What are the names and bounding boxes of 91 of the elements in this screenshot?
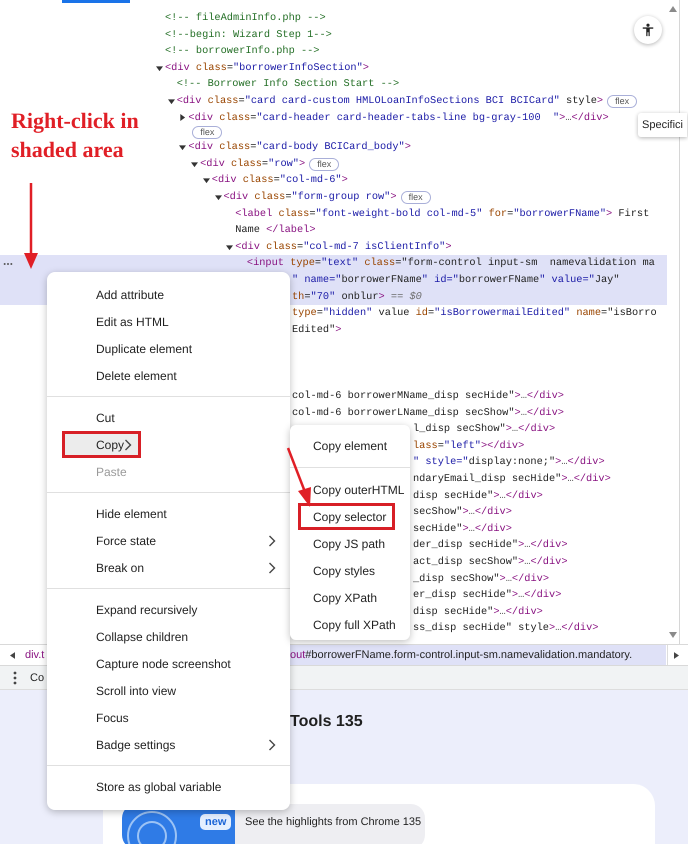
menu-item[interactable]: Edit as HTML [47, 308, 290, 335]
menu-item[interactable]: Collapse children [47, 623, 290, 650]
more-icon[interactable] [3, 262, 13, 266]
code-line: secShow">…</div> [413, 505, 512, 520]
menu-item[interactable]: Copy element [290, 432, 410, 459]
code-line: _disp secShow">…</div> [413, 572, 550, 587]
code-line: <div class="col-md-6"> [212, 173, 348, 188]
menu-item[interactable]: Scroll into view [47, 677, 290, 704]
chevron-right-icon [268, 534, 276, 546]
code-line: th="70" onblur> == $0 [292, 290, 422, 304]
code-line: type="hidden" value id="isBorrowermailEdited" name="isBorro [292, 306, 657, 322]
disclosure-triangle-icon[interactable] [191, 160, 198, 168]
triangle-left-icon [10, 652, 14, 658]
chevron-right-icon [124, 438, 132, 450]
whats-new-heading: Tools 135 [290, 712, 363, 732]
menu-item[interactable]: Delete element [47, 362, 290, 389]
menu-item[interactable]: Focus [47, 704, 290, 731]
code-line: <!-- borrowerInfo.php --> [165, 44, 320, 60]
highlight-link[interactable]: new See the highlights from Chrome 135 [122, 804, 425, 844]
code-line: er_disp secHide">…</div> [413, 588, 562, 604]
layout-badge[interactable]: flex [400, 190, 431, 204]
code-line: <div class="card-body BCICard_body"> [188, 140, 411, 156]
code-line: col-md-6 borrowerLName_disp secShow">…</div> [292, 406, 564, 421]
disclosure-triangle-icon[interactable] [214, 194, 222, 201]
code-line: Edited"> [292, 322, 342, 338]
breadcrumb[interactable]: out#borrowerFName.form-control.input-sm.namevalidation.mandatory. [290, 645, 666, 665]
menu-item[interactable]: Badge settings [47, 731, 290, 758]
disclosure-triangle-icon[interactable] [202, 177, 210, 184]
menu-item[interactable]: Add attribute [47, 281, 290, 308]
scroll-up-icon[interactable] [669, 6, 678, 12]
code-line: act_disp secShow">…</div> [413, 555, 568, 570]
menu-item[interactable]: Break on [47, 554, 290, 581]
breadcrumb[interactable]: div.t [21, 645, 48, 665]
menu-item[interactable]: Copy [62, 431, 142, 458]
scroll-down-icon[interactable] [669, 632, 678, 638]
person-icon [641, 23, 655, 37]
triangle-right-icon [674, 652, 679, 658]
menu-item[interactable]: Duplicate element [47, 335, 290, 362]
arrow [286, 448, 311, 507]
code-line: <div class="form-group row"> [224, 190, 397, 205]
code-line: ss_disp secHide" style>…</div> [413, 621, 598, 636]
menu-item[interactable]: Cut [47, 404, 290, 431]
new-badge: new [200, 814, 232, 830]
code-line: <div class="col-md-7 isClientInfo"> [235, 240, 452, 255]
menu-item[interactable]: Store as global variable [47, 773, 290, 800]
code-line: lass="left"></div> [413, 438, 524, 454]
more-vertical-icon[interactable] [13, 670, 17, 684]
code-line: <!-- Borrower Info Section Start --> [176, 77, 400, 92]
chevron-right-icon [268, 738, 276, 750]
code-line: <div class="row"> [200, 156, 306, 172]
code-line: <!--begin: Wizard Step 1--> [165, 28, 332, 43]
annotation-text: Right-click in shaded area [11, 107, 140, 164]
menu-item[interactable]: Expand recursively [47, 596, 290, 623]
code-line: secHide">…</div> [413, 522, 512, 537]
code-line: " style="display:none;">…</div> [413, 455, 605, 470]
menu-item[interactable]: Hide element [47, 500, 290, 527]
menu-item[interactable]: Capture node screenshot [47, 650, 290, 677]
code-line: disp secHide">…</div> [413, 604, 543, 620]
disclosure-triangle-icon[interactable] [168, 98, 175, 105]
layout-badge[interactable]: flex [309, 158, 340, 171]
disclosure-triangle-icon[interactable] [226, 244, 234, 251]
code-line: disp secHide">…</div> [413, 488, 543, 504]
menu-item[interactable]: Force state [47, 527, 290, 554]
code-line: <div class="card-header card-header-tabs-line bg-gray-100 ">…</div> [188, 110, 609, 126]
menu-item[interactable]: Copy XPath [290, 584, 410, 611]
tab-underline [62, 0, 130, 3]
disclosure-triangle-icon[interactable] [179, 114, 186, 122]
code-line: " name="borrowerFName" id="borrowerFName" value="Jay" [292, 272, 620, 288]
code-line: l_disp secShow">…</div> [413, 422, 556, 438]
code-line: Name </label> [235, 223, 316, 238]
menu-item[interactable]: Copy styles [290, 557, 410, 584]
code-line: <div class="borrowerInfoSection"> [165, 60, 369, 76]
disclosure-triangle-icon[interactable] [156, 64, 163, 72]
drawer-tab[interactable]: Co [30, 672, 44, 684]
code-line: col-md-6 borrowerMName_disp secHide">…</div> [292, 389, 564, 404]
menu-item[interactable]: Copy full XPath [290, 611, 410, 638]
code-line: <div class="card card-custom HMLOLoanInfoSections BCI BCICard" style> [176, 94, 604, 109]
code-line: <input type="text" class="form-control input-sm namevalidation ma [246, 256, 655, 272]
menu-item[interactable]: Copy JS path [290, 530, 410, 557]
code-line: ndaryEmail_disp secHide">…</div> [413, 472, 611, 488]
chevron-right-icon [268, 562, 276, 574]
menu-item[interactable]: Copy selector [298, 503, 396, 530]
code-line: der_disp secHide">…</div> [413, 538, 568, 554]
layout-badge[interactable]: flex [192, 126, 222, 140]
menu-item[interactable]: Copy outerHTML [290, 476, 410, 503]
disclosure-triangle-icon[interactable] [179, 144, 186, 151]
code-line: <!-- fileAdminInfo.php --> [165, 11, 326, 26]
layout-badge[interactable]: flex [607, 94, 638, 108]
tooltip: Specifici [638, 113, 687, 137]
code-line: <label class="font-weight-bold col-md-5" for="borrowerFName"> First [235, 206, 650, 222]
accessibility-button[interactable] [634, 16, 662, 44]
